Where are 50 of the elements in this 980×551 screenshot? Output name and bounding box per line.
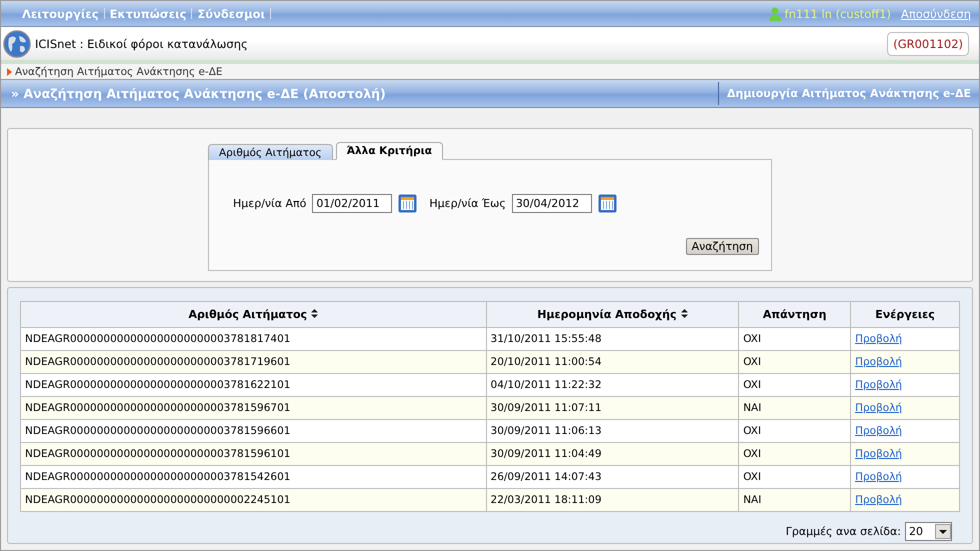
table-cell: NDEAGR000000000000000000000000002245101 xyxy=(20,488,486,512)
app-title: ICISnet : Ειδικοί φόροι κατανάλωσης xyxy=(35,36,248,50)
calendar-icon[interactable] xyxy=(398,194,418,213)
calendar-icon[interactable] xyxy=(598,194,617,213)
table-cell: OXI xyxy=(738,466,851,488)
sort-icon[interactable] xyxy=(311,309,318,318)
table-cell: NDEAGR000000000000000000000003781622101 xyxy=(20,374,486,396)
table-cell: NDEAGR000000000000000000000003781542601 xyxy=(20,466,486,488)
table-cell: 30/09/2011 11:06:13 xyxy=(486,420,739,442)
table-cell: OXI xyxy=(738,442,851,466)
user-icon xyxy=(768,6,781,20)
sort-icon[interactable] xyxy=(680,309,688,318)
rows-per-page-select[interactable]: 20 xyxy=(905,522,952,541)
office-code: (GR001102) xyxy=(887,32,969,56)
table-cell: 30/09/2011 11:04:49 xyxy=(486,442,739,466)
field-label: Ημερ/νία Από xyxy=(233,197,306,210)
breadcrumb: Αναζήτηση Αιτήματος Ανάκτησης e-ΔΕ xyxy=(15,66,223,78)
tab[interactable]: Αριθμός Αιτήματος xyxy=(208,144,333,160)
table-cell: 04/10/2011 11:22:32 xyxy=(486,374,739,396)
column-header[interactable]: Ημερομηνία Αποδοχής xyxy=(486,302,739,328)
table-cell: OXI xyxy=(738,374,851,396)
table-cell: NDEAGR000000000000000000000003781596701 xyxy=(20,396,486,420)
table-cell: NAI xyxy=(738,488,851,512)
caret-icon[interactable] xyxy=(935,524,951,539)
column-header: Ενέργειες xyxy=(850,302,960,328)
page-title: » Αναζήτηση Αιτήματος Ανάκτησης e-ΔΕ (Αποστολή) xyxy=(10,86,387,101)
table-cell: NDEAGR000000000000000000000003781719601 xyxy=(20,350,486,374)
date-field[interactable]: 01/02/2011 xyxy=(312,194,392,213)
table-cell: NDEAGR000000000000000000000003781596601 xyxy=(20,420,486,442)
rows-per-page-label: Γραμμές ανα σελίδα: xyxy=(786,525,901,538)
table-cell: 26/09/2011 14:07:43 xyxy=(486,466,739,488)
user-name: fn111 ln (custoff1) xyxy=(784,6,891,20)
date-field[interactable]: 30/04/2012 xyxy=(512,194,592,213)
column-header[interactable]: Αριθμός Αιτήματος xyxy=(20,302,486,328)
table-cell: 20/10/2011 11:00:54 xyxy=(486,350,739,374)
table-cell: OXI xyxy=(738,350,851,374)
table-cell: 30/09/2011 11:07:11 xyxy=(486,396,739,420)
table-cell: 31/10/2011 15:55:48 xyxy=(486,328,739,350)
table-cell: NAI xyxy=(738,396,851,420)
table-cell: OXI xyxy=(738,420,851,442)
table-cell: NDEAGR000000000000000000000003781817401 xyxy=(20,328,486,350)
table-cell: OXI xyxy=(738,328,851,350)
table-cell: 22/03/2011 18:11:09 xyxy=(486,488,739,512)
arrow-icon xyxy=(7,68,12,76)
tab[interactable]: Άλλα Κριτήρια xyxy=(336,142,443,160)
field-label: Ημερ/νία Έως xyxy=(429,197,506,210)
search-button[interactable]: Αναζήτηση xyxy=(686,238,759,255)
globe-icon xyxy=(3,30,31,58)
table-cell: NDEAGR000000000000000000000003781596101 xyxy=(20,442,486,466)
column-header: Απάντηση xyxy=(738,302,851,328)
